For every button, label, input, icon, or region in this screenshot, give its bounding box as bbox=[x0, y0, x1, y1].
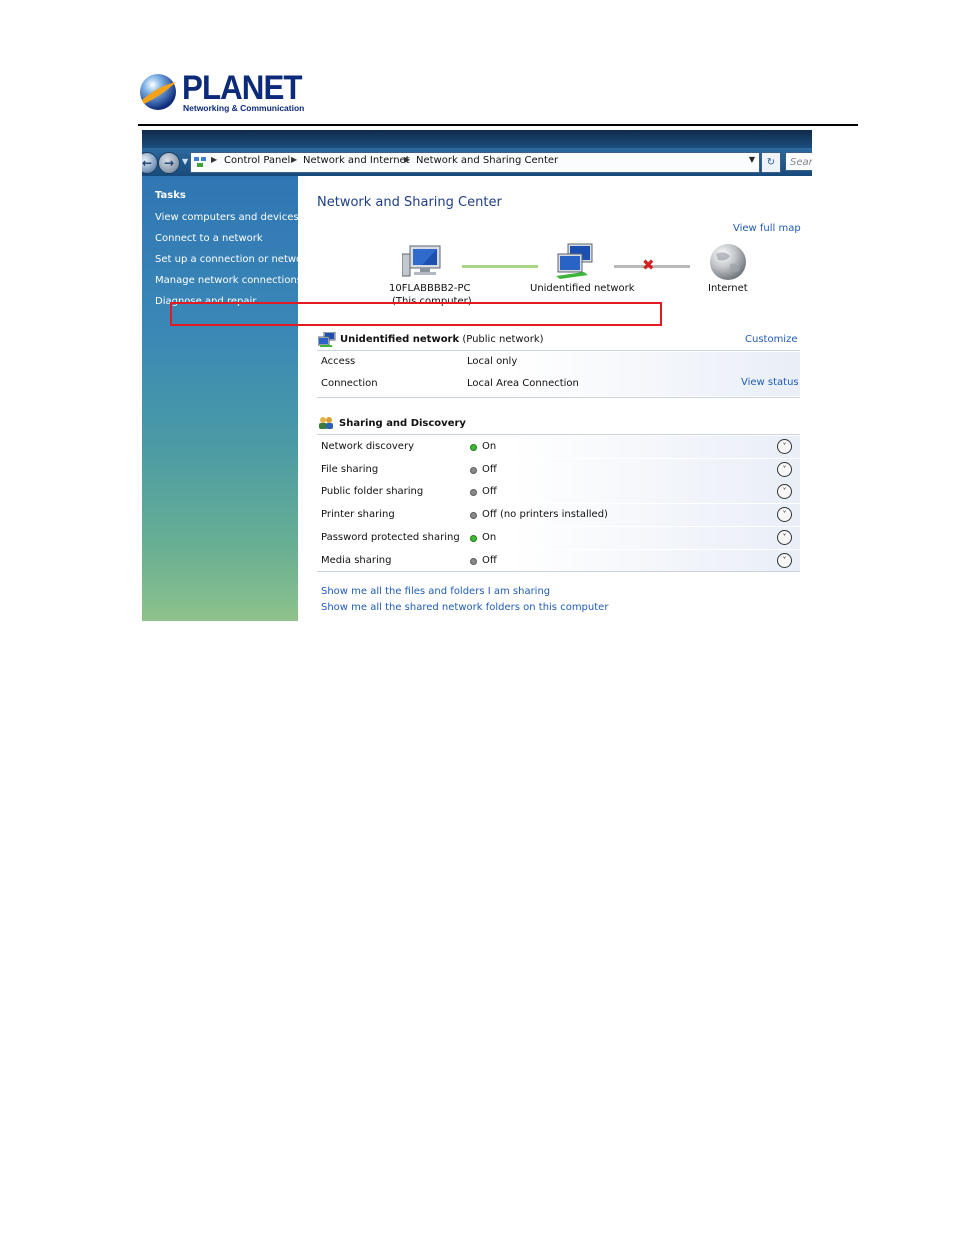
status-off-icon bbox=[470, 558, 477, 565]
connection-value: Local Area Connection bbox=[467, 378, 579, 389]
tasks-sidebar: Tasks View computers and devices Connect… bbox=[142, 176, 312, 621]
sharing-row-status: On bbox=[482, 441, 497, 452]
network-section-heading: Unidentified network (Public network) bbox=[340, 334, 544, 345]
sharing-row-label: Media sharing bbox=[321, 555, 392, 566]
breadcrumb-control-panel[interactable]: Control Panel bbox=[224, 155, 290, 166]
main-content: Network and Sharing Center View full map… bbox=[298, 176, 812, 621]
expand-chevron-icon[interactable]: ˅ bbox=[777, 484, 792, 499]
show-shared-folders-link[interactable]: Show me all the shared network folders o… bbox=[321, 602, 608, 613]
tasks-heading: Tasks bbox=[155, 190, 186, 201]
customize-link[interactable]: Customize bbox=[745, 334, 798, 345]
connection-label: Connection bbox=[321, 378, 378, 389]
expand-chevron-icon[interactable]: ˅ bbox=[777, 530, 792, 545]
sharing-row-label: Password protected sharing bbox=[321, 532, 460, 543]
status-off-icon bbox=[470, 467, 477, 474]
explorer-window: ← → ▼ ▶ Control Panel ▶ Network and Inte… bbox=[142, 130, 812, 621]
connection-line-local bbox=[462, 265, 538, 268]
sharing-row-status: Off bbox=[482, 486, 497, 497]
sharing-row-label: Network discovery bbox=[321, 441, 414, 452]
header-divider bbox=[138, 124, 858, 126]
access-row bbox=[317, 352, 800, 374]
status-on-icon bbox=[470, 535, 477, 542]
network-section-icon bbox=[318, 332, 336, 347]
logo-wordmark: PLANET bbox=[182, 69, 303, 107]
network-name-heading: Unidentified network bbox=[340, 334, 460, 345]
sharing-row-label: Public folder sharing bbox=[321, 486, 424, 497]
status-off-icon bbox=[470, 489, 477, 496]
expand-chevron-icon[interactable]: ˅ bbox=[777, 439, 792, 454]
window-top-frame bbox=[142, 130, 812, 148]
connection-row-divider bbox=[317, 397, 800, 398]
access-value: Local only bbox=[467, 356, 518, 367]
status-off-icon bbox=[470, 512, 477, 519]
globe-logo-icon bbox=[140, 74, 176, 110]
refresh-icon: ↻ bbox=[766, 157, 776, 168]
address-dropdown-icon[interactable]: ▼ bbox=[749, 155, 755, 164]
back-button[interactable]: ← bbox=[142, 152, 158, 174]
network-type-heading: (Public network) bbox=[462, 334, 544, 345]
forward-button[interactable]: → bbox=[158, 152, 180, 174]
planet-logo: PLANET Networking & Communication bbox=[138, 70, 304, 116]
history-dropdown-icon[interactable]: ▼ bbox=[182, 157, 188, 166]
page-title: Network and Sharing Center bbox=[317, 195, 502, 210]
breadcrumb-separator-icon: ▶ bbox=[211, 155, 218, 164]
computer-name-label: 10FLABBBB2-PC bbox=[389, 283, 471, 294]
view-full-map-link[interactable]: View full map bbox=[733, 223, 801, 234]
network-section-divider bbox=[317, 350, 800, 351]
expand-chevron-icon[interactable]: ˅ bbox=[777, 553, 792, 568]
view-status-link[interactable]: View status bbox=[741, 377, 799, 388]
show-shared-files-link[interactable]: Show me all the files and folders I am s… bbox=[321, 586, 550, 597]
sharing-row-status: On bbox=[482, 532, 497, 543]
sharing-row-status: Off bbox=[482, 464, 497, 475]
search-input[interactable]: Search bbox=[785, 152, 812, 171]
address-toolbar: ← → ▼ ▶ Control Panel ▶ Network and Inte… bbox=[142, 148, 812, 176]
sharing-row-label: Printer sharing bbox=[321, 509, 395, 520]
access-label: Access bbox=[321, 356, 356, 367]
logo-tagline: Networking & Communication bbox=[183, 103, 305, 113]
sidebar-item-connect-network[interactable]: Connect to a network bbox=[155, 233, 263, 244]
refresh-button[interactable]: ↻ bbox=[761, 152, 781, 173]
network-icon[interactable] bbox=[554, 242, 598, 280]
sidebar-item-manage-connections[interactable]: Manage network connections bbox=[155, 275, 302, 286]
expand-chevron-icon[interactable]: ˅ bbox=[777, 507, 792, 522]
sharing-row[interactable] bbox=[317, 459, 800, 481]
network-name-label: Unidentified network bbox=[530, 283, 635, 294]
expand-chevron-icon[interactable]: ˅ bbox=[777, 462, 792, 477]
sidebar-item-setup-connection[interactable]: Set up a connection or network bbox=[155, 254, 312, 265]
sidebar-item-view-computers[interactable]: View computers and devices bbox=[155, 212, 299, 223]
sharing-row-label: File sharing bbox=[321, 464, 379, 475]
sharing-users-icon bbox=[319, 417, 333, 429]
sharing-row-status: Off (no printers installed) bbox=[482, 509, 608, 520]
no-connection-x-icon: ✖ bbox=[642, 256, 655, 274]
network-discovery-highlight bbox=[170, 302, 662, 326]
sharing-row-status: Off bbox=[482, 555, 497, 566]
breadcrumb-network-internet[interactable]: Network and Internet bbox=[303, 155, 410, 166]
sharing-section-heading: Sharing and Discovery bbox=[339, 418, 466, 429]
forward-arrow-icon: → bbox=[163, 156, 175, 170]
network-folder-icon bbox=[194, 157, 206, 167]
breadcrumb-separator-icon: ▶ bbox=[291, 155, 298, 164]
sharing-bottom-divider bbox=[317, 571, 800, 572]
internet-globe-icon[interactable] bbox=[708, 242, 748, 282]
sharing-section-divider bbox=[317, 434, 800, 435]
internet-label: Internet bbox=[708, 283, 748, 294]
computer-icon[interactable] bbox=[402, 244, 444, 280]
status-on-icon bbox=[470, 444, 477, 451]
back-arrow-icon: ← bbox=[142, 156, 153, 170]
address-field[interactable]: ▶ Control Panel ▶ Network and Internet ▶… bbox=[190, 152, 760, 173]
breadcrumb-separator-icon: ▶ bbox=[404, 155, 411, 164]
breadcrumb-network-sharing-center[interactable]: Network and Sharing Center bbox=[416, 155, 558, 166]
